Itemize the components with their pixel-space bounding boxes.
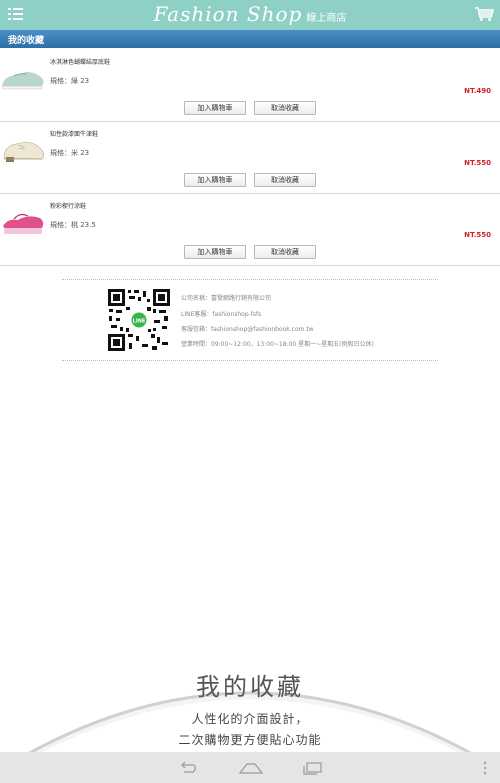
product-thumbnail[interactable] <box>0 128 46 166</box>
product-spec: 規格：米 23 <box>50 149 90 157</box>
remove-favorite-button[interactable]: 取消收藏 <box>254 173 316 187</box>
recent-apps-icon[interactable] <box>302 761 324 775</box>
product-spec: 規格：綠 23 <box>50 77 90 85</box>
promo-line-1: 人性化的介面設計， <box>191 712 309 726</box>
overflow-menu-icon[interactable] <box>482 761 488 775</box>
promo-line-2: 二次購物更方便貼心功能 <box>178 733 322 747</box>
home-icon[interactable] <box>238 761 264 775</box>
product-name[interactable]: 知性款漆面牛津鞋 <box>50 129 98 138</box>
product-price: NT.490 <box>464 87 491 95</box>
remove-favorite-button[interactable]: 取消收藏 <box>254 101 316 115</box>
back-icon[interactable] <box>176 761 198 775</box>
favorite-item: 知性款漆面牛津鞋 規格：米 23 NT.550 加入購物車 取消收藏 <box>0 122 500 194</box>
section-title: 我的收藏 <box>0 30 500 48</box>
promo-title: 我的收藏 <box>196 673 304 701</box>
product-name[interactable]: 冰淇淋色蝴蝶結厚底鞋 <box>50 57 110 66</box>
product-thumbnail[interactable] <box>0 56 46 94</box>
brand-name: Fashion Shop <box>153 2 303 26</box>
divider <box>62 279 438 280</box>
remove-favorite-button[interactable]: 取消收藏 <box>254 245 316 259</box>
business-hours: 營業時間：09:00~12:00，13:00~18:00 星期一~星期五(例假日… <box>181 341 374 348</box>
favorite-item: 粉彩楔行涼鞋 規格：桃 23.5 NT.550 加入購物車 取消收藏 <box>0 194 500 266</box>
product-thumbnail[interactable] <box>0 200 46 238</box>
add-to-cart-button[interactable]: 加入購物車 <box>184 245 246 259</box>
svg-text:LINE: LINE <box>133 319 146 325</box>
line-service[interactable]: LINE客服：fashionshop-fsfs <box>181 309 261 318</box>
service-email[interactable]: 客服信箱：fashionshop@fashionbook.com.tw <box>181 324 314 333</box>
product-price: NT.550 <box>464 231 491 239</box>
app-header: Fashion Shop 線上商店 <box>0 0 500 30</box>
add-to-cart-button[interactable]: 加入購物車 <box>184 173 246 187</box>
product-spec: 規格：桃 23.5 <box>50 221 96 229</box>
favorite-item: 冰淇淋色蝴蝶結厚底鞋 規格：綠 23 NT.490 加入購物車 取消收藏 <box>0 50 500 122</box>
brand-subtitle: 線上商店 <box>306 13 347 24</box>
brand-logo[interactable]: Fashion Shop 線上商店 <box>0 2 500 26</box>
company-name: 公司名稱：富發網路行銷有限公司 <box>181 295 272 302</box>
product-name[interactable]: 粉彩楔行涼鞋 <box>50 201 86 210</box>
qr-code: LINE <box>107 288 171 352</box>
cart-icon[interactable] <box>474 6 494 22</box>
product-price: NT.550 <box>464 159 491 167</box>
add-to-cart-button[interactable]: 加入購物車 <box>184 101 246 115</box>
divider <box>62 360 438 361</box>
system-navigation-bar <box>0 752 500 783</box>
